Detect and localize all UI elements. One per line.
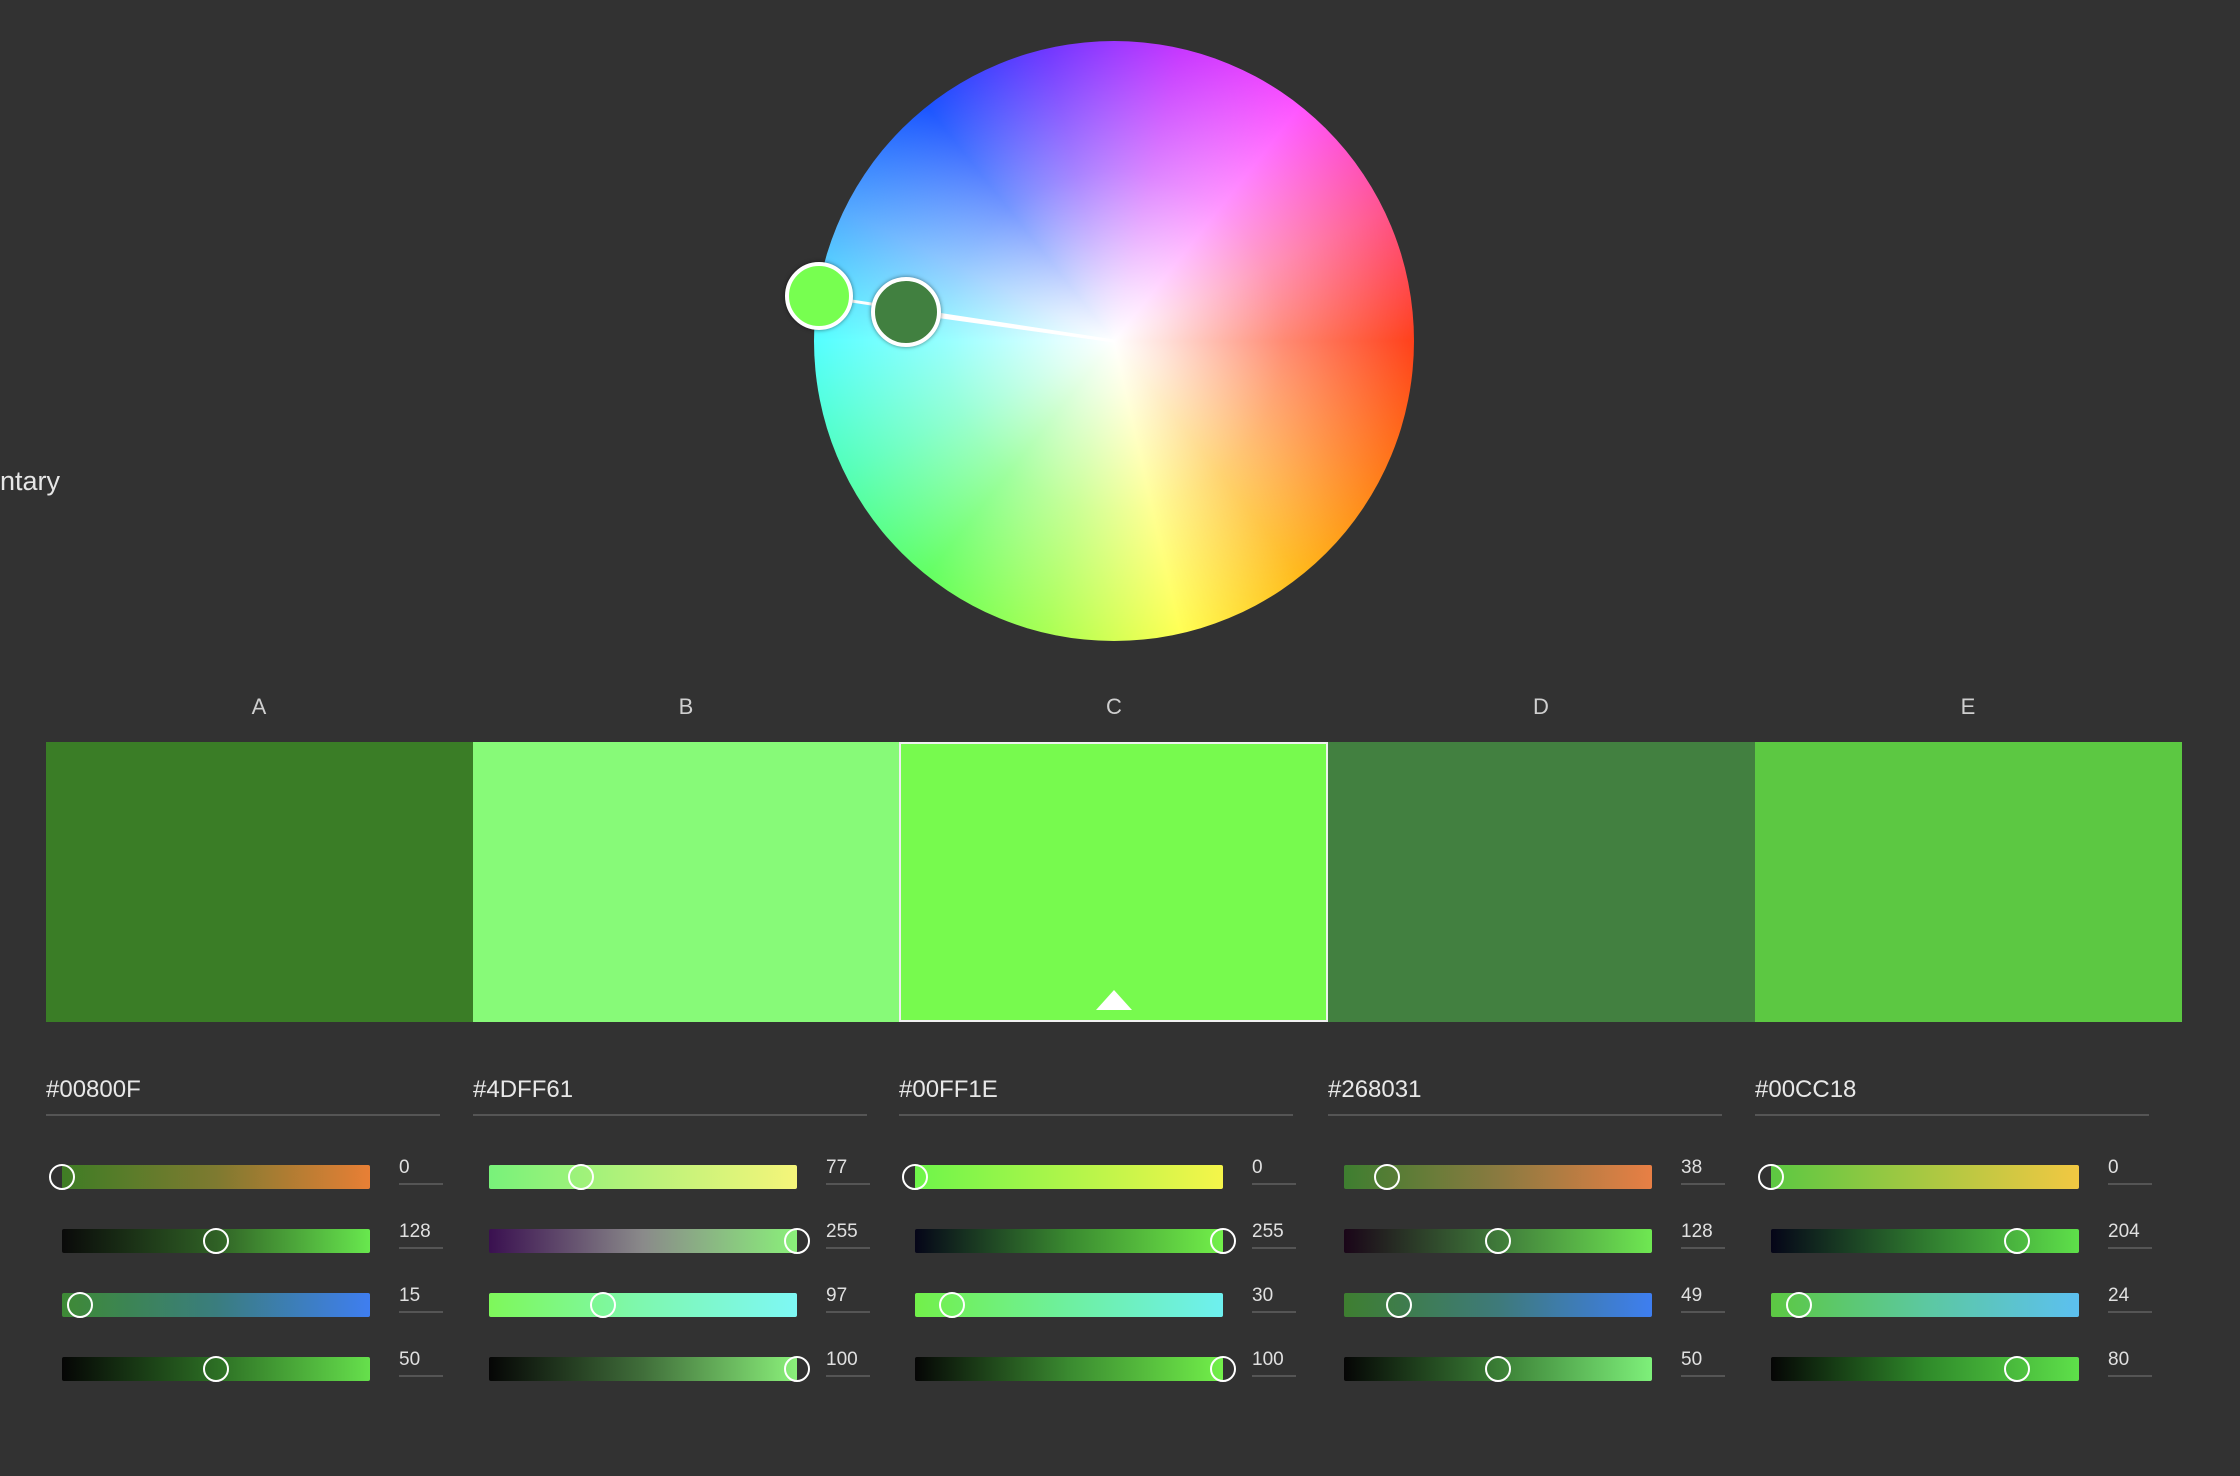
- slider-knob-green-a[interactable]: [203, 1228, 229, 1254]
- slider-blue-c[interactable]: [915, 1292, 1223, 1318]
- slider-knob-green-e[interactable]: [2004, 1228, 2031, 1254]
- value-brightness-c[interactable]: 100: [1252, 1349, 1296, 1377]
- slider-red-b[interactable]: [489, 1164, 797, 1190]
- hex-input-b[interactable]: #4DFF61: [473, 1076, 867, 1116]
- value-green-c[interactable]: 255: [1252, 1221, 1296, 1249]
- swatch-c-selected[interactable]: [899, 742, 1328, 1022]
- value-brightness-e[interactable]: 80: [2108, 1349, 2152, 1377]
- swatch-d[interactable]: [1328, 742, 1755, 1022]
- slider-knob-brightness-e[interactable]: [2004, 1356, 2031, 1382]
- slider-blue-b[interactable]: [489, 1292, 797, 1318]
- slider-brightness-d[interactable]: [1344, 1356, 1652, 1382]
- value-blue-c[interactable]: 30: [1252, 1285, 1296, 1313]
- slider-knob-blue-d[interactable]: [1386, 1292, 1413, 1318]
- harmony-rule-label[interactable]: ntary: [0, 466, 60, 497]
- slider-knob-brightness-c[interactable]: [1210, 1356, 1236, 1382]
- slider-knob-blue-b[interactable]: [589, 1292, 616, 1318]
- slider-brightness-c[interactable]: [915, 1356, 1236, 1382]
- swatch-e[interactable]: [1755, 742, 2182, 1022]
- value-red-b[interactable]: 77: [826, 1157, 870, 1185]
- swatch-label-d: D: [1533, 694, 1549, 719]
- slider-knob-red-b[interactable]: [568, 1164, 595, 1190]
- value-brightness-d[interactable]: 50: [1681, 1349, 1725, 1377]
- slider-blue-a[interactable]: [62, 1292, 370, 1318]
- slider-knob-brightness-b[interactable]: [784, 1356, 810, 1382]
- slider-brightness-a[interactable]: [62, 1356, 370, 1382]
- slider-knob-red-d[interactable]: [1374, 1164, 1401, 1190]
- value-red-c[interactable]: 0: [1252, 1157, 1296, 1185]
- swatch-label-b: B: [678, 694, 694, 719]
- slider-knob-blue-e[interactable]: [1785, 1292, 1812, 1318]
- slider-green-d[interactable]: [1344, 1228, 1652, 1254]
- value-green-e[interactable]: 204: [2108, 1221, 2152, 1249]
- value-brightness-b[interactable]: 100: [826, 1349, 870, 1377]
- slider-knob-green-c[interactable]: [1210, 1228, 1236, 1254]
- hex-input-c[interactable]: #00FF1E: [899, 1076, 1293, 1116]
- slider-knob-green-b[interactable]: [784, 1228, 810, 1254]
- value-brightness-a[interactable]: 50: [399, 1349, 443, 1377]
- base-color-indicator-icon: [1095, 990, 1132, 1010]
- slider-blue-e[interactable]: [1771, 1292, 2079, 1318]
- slider-knob-green-d[interactable]: [1485, 1228, 1511, 1254]
- hex-input-a[interactable]: #00800F: [46, 1076, 440, 1116]
- swatch-label-a: A: [251, 694, 267, 719]
- slider-red-a[interactable]: [49, 1164, 370, 1190]
- slider-green-c[interactable]: [915, 1228, 1236, 1254]
- swatch-b[interactable]: [473, 742, 900, 1022]
- slider-blue-d[interactable]: [1344, 1292, 1652, 1318]
- hex-input-d[interactable]: #268031: [1328, 1076, 1722, 1116]
- slider-knob-brightness-a[interactable]: [203, 1356, 229, 1382]
- color-wheel[interactable]: [760, 20, 1460, 700]
- slider-green-a[interactable]: [62, 1228, 370, 1254]
- swatch-a[interactable]: [46, 742, 473, 1022]
- value-blue-e[interactable]: 24: [2108, 1285, 2152, 1313]
- slider-knob-blue-c[interactable]: [938, 1292, 965, 1318]
- value-blue-d[interactable]: 49: [1681, 1285, 1725, 1313]
- value-blue-a[interactable]: 15: [399, 1285, 443, 1313]
- slider-red-e[interactable]: [1758, 1164, 2079, 1190]
- slider-knob-blue-a[interactable]: [67, 1292, 94, 1318]
- value-red-a[interactable]: 0: [399, 1157, 443, 1185]
- slider-knob-red-a[interactable]: [49, 1164, 75, 1190]
- value-red-e[interactable]: 0: [2108, 1157, 2152, 1185]
- slider-brightness-b[interactable]: [489, 1356, 810, 1382]
- value-green-a[interactable]: 128: [399, 1221, 443, 1249]
- color-wheel-connector-lines: [818, 294, 1115, 343]
- slider-green-e[interactable]: [1771, 1228, 2079, 1254]
- slider-green-b[interactable]: [489, 1228, 810, 1254]
- slider-brightness-e[interactable]: [1771, 1356, 2079, 1382]
- slider-red-d[interactable]: [1344, 1164, 1652, 1190]
- slider-red-c[interactable]: [902, 1164, 1223, 1190]
- slider-knob-brightness-d[interactable]: [1485, 1356, 1511, 1382]
- swatch-label-e: E: [1960, 694, 1976, 719]
- slider-knob-red-c[interactable]: [902, 1164, 928, 1190]
- hex-input-e[interactable]: #00CC18: [1755, 1076, 2149, 1116]
- value-blue-b[interactable]: 97: [826, 1285, 870, 1313]
- value-red-d[interactable]: 38: [1681, 1157, 1725, 1185]
- wheel-handle-base-color[interactable]: [785, 262, 853, 330]
- value-green-d[interactable]: 128: [1681, 1221, 1725, 1249]
- wheel-handle-color-d[interactable]: [871, 277, 941, 347]
- value-green-b[interactable]: 255: [826, 1221, 870, 1249]
- slider-knob-red-e[interactable]: [1758, 1164, 1784, 1190]
- swatch-label-c: C: [1106, 694, 1122, 719]
